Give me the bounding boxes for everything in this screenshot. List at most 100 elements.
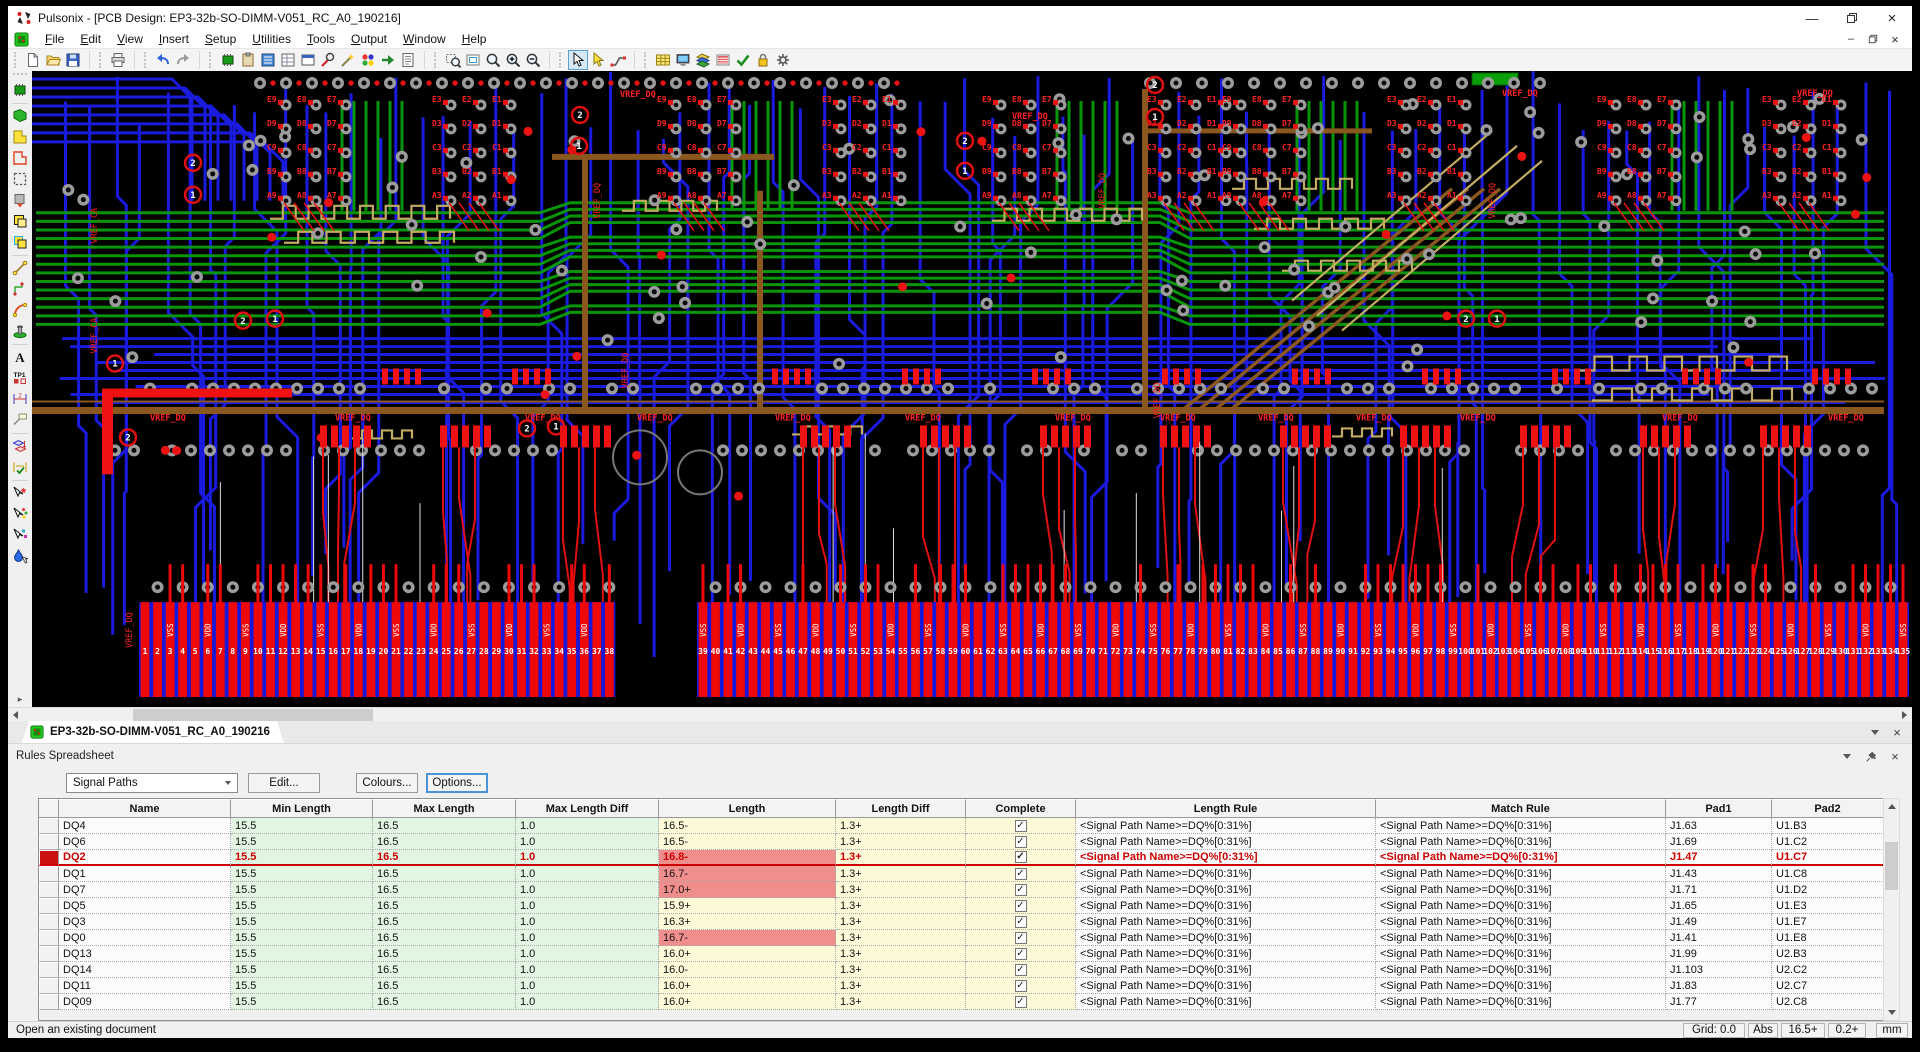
column-header-min-length[interactable]: Min Length (231, 799, 373, 818)
checkbox-checked-icon[interactable]: ✓ (1015, 932, 1027, 944)
column-header-name[interactable]: Name (59, 799, 231, 818)
min-cell[interactable]: 15.5 (231, 978, 373, 994)
maxdiff-cell[interactable]: 1.0 (516, 818, 659, 834)
lendiff-cell[interactable]: 1.3+ (836, 962, 966, 978)
pad1-cell[interactable]: J1.103 (1666, 962, 1772, 978)
complete-checkbox-cell[interactable]: ✓ (966, 914, 1076, 930)
table-row-dq3[interactable]: DQ315.516.51.016.3+1.3+✓<Signal Path Nam… (39, 914, 1883, 930)
insert-arc-icon[interactable] (10, 300, 30, 320)
name-cell[interactable]: DQ4 (59, 818, 231, 834)
max-cell[interactable]: 16.5 (373, 882, 516, 898)
scroll-left-button[interactable] (8, 708, 23, 722)
add-teardrop-icon[interactable] (10, 546, 30, 566)
row-selector[interactable] (39, 994, 59, 1010)
net-attributes-icon[interactable] (10, 525, 30, 545)
checkbox-checked-icon[interactable]: ✓ (1015, 980, 1027, 992)
max-cell[interactable]: 16.5 (373, 930, 516, 946)
maxdiff-cell[interactable]: 1.0 (516, 898, 659, 914)
checkbox-checked-icon[interactable]: ✓ (1015, 948, 1027, 960)
panel-close-icon[interactable]: × (1888, 749, 1902, 764)
pad1-cell[interactable]: J1.47 (1666, 850, 1772, 866)
mdi-minimize-button[interactable]: – (1840, 31, 1862, 47)
panel-menu-icon[interactable] (1840, 754, 1854, 759)
pad2-cell[interactable]: U1.C2 (1772, 834, 1884, 850)
len-cell[interactable]: 16.8- (659, 850, 836, 866)
technology-icon[interactable] (258, 50, 278, 70)
row-selector[interactable] (39, 818, 59, 834)
max-cell[interactable]: 16.5 (373, 978, 516, 994)
len-cell[interactable]: 16.0+ (659, 946, 836, 962)
complete-checkbox-cell[interactable]: ✓ (966, 994, 1076, 1010)
lendiff-cell[interactable]: 1.3+ (836, 930, 966, 946)
max-cell[interactable]: 16.5 (373, 962, 516, 978)
column-header-max-length-diff[interactable]: Max Length Diff (516, 799, 659, 818)
menu-item-tools[interactable]: Tools (299, 31, 343, 47)
complete-checkbox-cell[interactable]: ✓ (966, 962, 1076, 978)
zoom-frame-icon[interactable] (443, 50, 463, 70)
table-row-dq13[interactable]: DQ1315.516.51.016.0+1.3+✓<Signal Path Na… (39, 946, 1883, 962)
complete-checkbox-cell[interactable]: ✓ (966, 866, 1076, 882)
column-header-match-rule[interactable]: Match Rule (1376, 799, 1666, 818)
table-row-dq14[interactable]: DQ1415.516.51.016.0-1.3+✓<Signal Path Na… (39, 962, 1883, 978)
len-cell[interactable]: 16.0- (659, 962, 836, 978)
pad1-cell[interactable]: J1.63 (1666, 818, 1772, 834)
complete-checkbox-cell[interactable]: ✓ (966, 978, 1076, 994)
checkbox-checked-icon[interactable]: ✓ (1015, 916, 1027, 928)
len-cell[interactable]: 16.5- (659, 834, 836, 850)
complete-checkbox-cell[interactable]: ✓ (966, 818, 1076, 834)
vertical-scroll-track[interactable] (1884, 814, 1899, 1005)
match-rule-cell[interactable]: <Signal Path Name>=DQ%[0:31%] (1376, 818, 1666, 834)
insert-testpoint-icon[interactable]: TP1 (10, 368, 30, 388)
insert-copper-pour-icon[interactable] (10, 106, 30, 126)
min-cell[interactable]: 15.5 (231, 930, 373, 946)
insert-copper-icon[interactable] (10, 211, 30, 231)
max-cell[interactable]: 16.5 (373, 946, 516, 962)
rule-type-select[interactable]: Signal Paths (66, 773, 238, 793)
menu-item-help[interactable]: Help (454, 31, 495, 47)
name-cell[interactable]: DQ2 (59, 850, 231, 866)
pad2-cell[interactable]: U1.C7 (1772, 850, 1884, 866)
column-header-pad1[interactable]: Pad1 (1666, 799, 1772, 818)
length-rule-cell[interactable]: <Signal Path Name>=DQ%[0:31%] (1076, 946, 1376, 962)
maxdiff-cell[interactable]: 1.0 (516, 850, 659, 866)
pad2-cell[interactable]: U2.C2 (1772, 962, 1884, 978)
pad2-cell[interactable]: U1.E3 (1772, 898, 1884, 914)
row-selector[interactable] (39, 850, 59, 866)
menu-item-utilities[interactable]: Utilities (244, 31, 299, 47)
open-file-icon[interactable] (43, 50, 63, 70)
maxdiff-cell[interactable]: 1.0 (516, 882, 659, 898)
auto-route-icon[interactable] (338, 50, 358, 70)
maxdiff-cell[interactable]: 1.0 (516, 978, 659, 994)
pad1-cell[interactable]: J1.69 (1666, 834, 1772, 850)
menu-item-window[interactable]: Window (395, 31, 454, 47)
column-header-complete[interactable]: Complete (966, 799, 1076, 818)
min-cell[interactable]: 15.5 (231, 850, 373, 866)
row-selector[interactable] (39, 946, 59, 962)
column-header-length[interactable]: Length (659, 799, 836, 818)
pcb-canvas[interactable]: E9E8E7D9D8D7C9C8C7B9B8B7A9A8A7E3E2E1D3D2… (32, 71, 1912, 707)
table-row-dq0[interactable]: DQ015.516.51.016.7-1.3+✓<Signal Path Nam… (39, 930, 1883, 946)
pad1-cell[interactable]: J1.43 (1666, 866, 1772, 882)
complete-checkbox-cell[interactable]: ✓ (966, 930, 1076, 946)
lendiff-cell[interactable]: 1.3+ (836, 914, 966, 930)
layer-stack-icon[interactable] (693, 50, 713, 70)
len-cell[interactable]: 16.7- (659, 866, 836, 882)
length-rule-cell[interactable]: <Signal Path Name>=DQ%[0:31%] (1076, 850, 1376, 866)
insert-pad-icon[interactable] (10, 190, 30, 210)
checkbox-checked-icon[interactable]: ✓ (1015, 900, 1027, 912)
lendiff-cell[interactable]: 1.3+ (836, 994, 966, 1010)
frame-select-icon[interactable] (10, 169, 30, 189)
min-cell[interactable]: 15.5 (231, 962, 373, 978)
insert-component-icon[interactable] (218, 50, 238, 70)
insert-track-icon[interactable] (10, 258, 30, 278)
menu-item-file[interactable]: File (37, 31, 72, 47)
design-browser-icon[interactable] (298, 50, 318, 70)
length-rule-cell[interactable]: <Signal Path Name>=DQ%[0:31%] (1076, 978, 1376, 994)
maxdiff-cell[interactable]: 1.0 (516, 834, 659, 850)
document-tab[interactable]: EP3-32b-SO-DIMM-V051_RC_A0_190216 (22, 721, 284, 743)
close-button[interactable]: × (1872, 6, 1912, 30)
match-rule-cell[interactable]: <Signal Path Name>=DQ%[0:31%] (1376, 914, 1666, 930)
insert-callout-icon[interactable] (10, 410, 30, 430)
pad2-cell[interactable]: U2.C8 (1772, 994, 1884, 1010)
max-cell[interactable]: 16.5 (373, 834, 516, 850)
